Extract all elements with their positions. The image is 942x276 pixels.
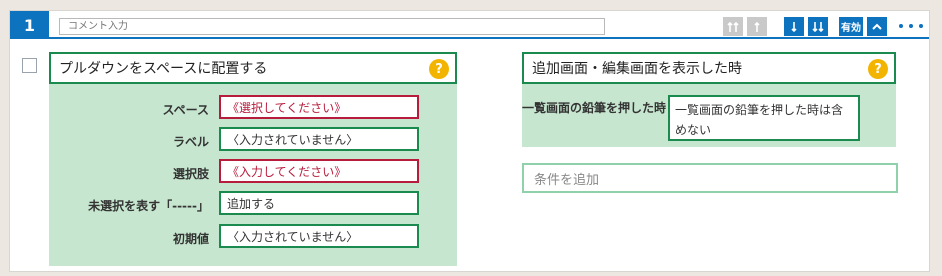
unselected-label: 未選択を表す「-----」 bbox=[88, 199, 209, 213]
initial-value-field[interactable]: 〈入力されていません〉 bbox=[219, 224, 419, 248]
label-field[interactable]: 〈入力されていません〉 bbox=[219, 127, 419, 151]
collapse-button[interactable] bbox=[867, 17, 887, 36]
move-up-icon bbox=[754, 21, 760, 32]
pencil-condition-field[interactable]: 一覧画面の鉛筆を押した時は含めない bbox=[668, 95, 860, 141]
action-title: プルダウンをスペースに配置する bbox=[59, 61, 268, 77]
unselected-field[interactable]: 追加する bbox=[219, 191, 419, 215]
move-down-icon bbox=[791, 21, 797, 32]
more-options-icon[interactable] bbox=[899, 19, 923, 33]
move-top-button bbox=[723, 17, 743, 36]
space-label: スペース bbox=[162, 103, 209, 117]
action-panel: プルダウンをスペースに配置する ? スペース 《選択してください》 ラベル 〈入… bbox=[49, 52, 457, 266]
trigger-title: 追加画面・編集画面を表示した時 bbox=[532, 61, 742, 77]
choices-label: 選択肢 bbox=[172, 167, 209, 181]
move-top-icon bbox=[727, 21, 739, 32]
comment-input[interactable] bbox=[59, 18, 605, 35]
label-label: ラベル bbox=[172, 135, 209, 149]
help-icon[interactable]: ? bbox=[429, 59, 449, 79]
choices-field[interactable]: 《入力してください》 bbox=[219, 159, 419, 183]
row-number-badge: 1 bbox=[10, 11, 49, 39]
help-icon[interactable]: ? bbox=[868, 59, 888, 79]
trigger-panel: 追加画面・編集画面を表示した時 ? 一覧画面の鉛筆を押した時 一覧画面の鉛筆を押… bbox=[522, 52, 896, 147]
action-card: 1 有効 プルダウンをスペースに配置する ? スペース 《選択してください》 ラ… bbox=[9, 10, 930, 272]
initial-value-label: 初期値 bbox=[172, 232, 209, 246]
move-up-button bbox=[747, 17, 767, 36]
trigger-title-bar[interactable]: 追加画面・編集画面を表示した時 ? bbox=[522, 52, 896, 84]
chevron-up-icon bbox=[872, 23, 882, 30]
row-checkbox[interactable] bbox=[22, 58, 37, 73]
action-title-bar[interactable]: プルダウンをスペースに配置する ? bbox=[49, 52, 457, 84]
add-condition-button[interactable]: 条件を追加 bbox=[522, 163, 898, 193]
space-select[interactable]: 《選択してください》 bbox=[219, 95, 419, 119]
card-header: 1 有効 bbox=[10, 11, 929, 39]
move-bottom-icon bbox=[812, 21, 824, 32]
pencil-condition-label: 一覧画面の鉛筆を押した時 bbox=[522, 101, 667, 115]
enable-toggle-button[interactable]: 有効 bbox=[839, 17, 863, 36]
move-down-button[interactable] bbox=[784, 17, 804, 36]
move-bottom-button[interactable] bbox=[808, 17, 828, 36]
